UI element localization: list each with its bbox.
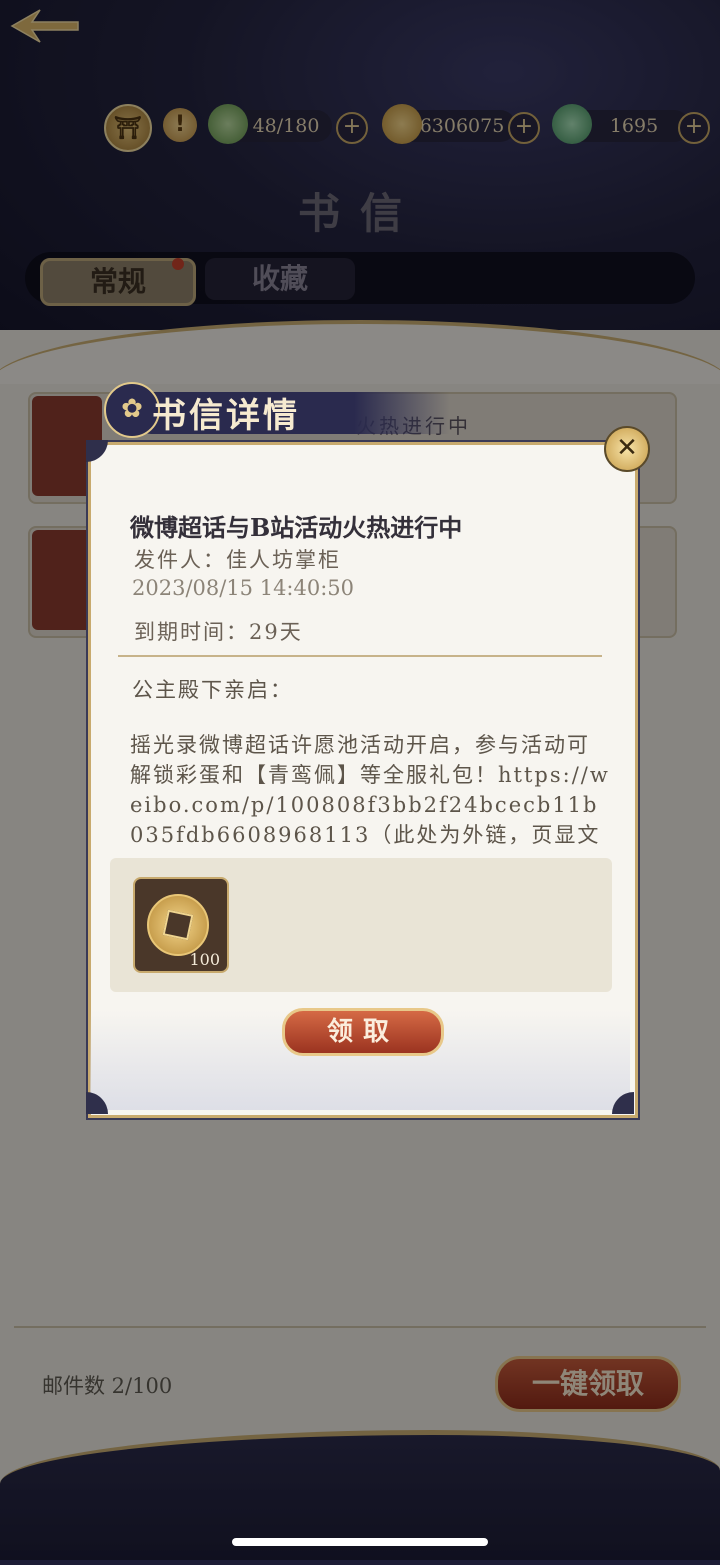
dialog-divider — [118, 655, 602, 657]
home-indicator[interactable] — [232, 1538, 488, 1546]
mail-expire: 到期时间：29天 — [134, 620, 303, 644]
coin-hole — [162, 909, 194, 941]
mail-datetime: 2023/08/15 14:40:50 — [132, 576, 355, 600]
dialog-title: 书信详情 — [152, 396, 300, 436]
reward-count: 100 — [189, 950, 220, 969]
mail-body[interactable]: 摇光录微博超话许愿池活动开启，参与活动可解锁彩蛋和【青鸾佩】等全服礼包！http… — [130, 730, 610, 848]
mail-greeting: 公主殿下亲启： — [132, 678, 293, 702]
mail-sender: 发件人：佳人坊掌柜 — [134, 548, 341, 572]
mail-title: 微博超话与B站活动火热进行中 — [130, 513, 463, 542]
close-icon[interactable]: ✕ — [604, 426, 650, 472]
claim-button[interactable]: 领取 — [282, 1008, 444, 1056]
